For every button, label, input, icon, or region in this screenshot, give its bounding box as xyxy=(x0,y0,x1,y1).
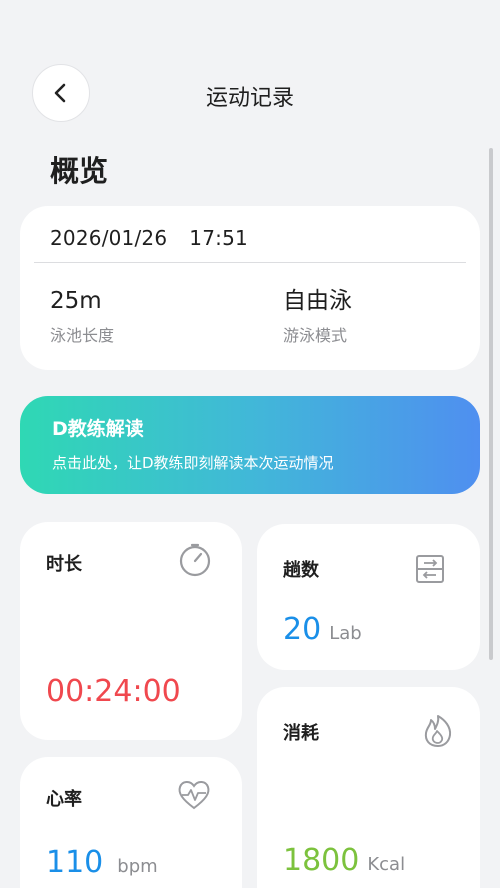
heart-rate-unit: bpm xyxy=(117,856,158,877)
duration-title: 时长 xyxy=(46,554,82,575)
swim-mode-label: 游泳模式 xyxy=(283,326,348,345)
laps-unit: Lab xyxy=(329,623,362,644)
heart-rate-icon xyxy=(178,781,210,810)
duration-value: 00:24:00 xyxy=(46,674,181,709)
calories-value-row: 1800 Kcal xyxy=(283,843,405,878)
duration-card: 时长 00:24:00 xyxy=(20,522,242,740)
stopwatch-icon xyxy=(179,543,211,577)
laps-value: 20 xyxy=(283,612,322,647)
laps-card: 趟数 20 Lab xyxy=(257,524,480,670)
pool-length-value: 25m xyxy=(50,288,102,314)
calories-value: 1800 xyxy=(283,843,360,878)
heart-rate-title: 心率 xyxy=(46,789,82,810)
workout-record-screen: 运动记录 概览 2026/01/26 17:51 25m 泳池长度 自由泳 游泳模… xyxy=(0,0,500,888)
calories-card: 消耗 1800 Kcal xyxy=(257,687,480,888)
coach-analysis-banner[interactable]: D教练解读 点击此处，让D教练即刻解读本次运动情况 xyxy=(20,396,480,494)
coach-description: 点击此处，让D教练即刻解读本次运动情况 xyxy=(52,454,334,472)
workout-time: 17:51 xyxy=(189,226,248,250)
scrollbar[interactable] xyxy=(489,148,493,660)
coach-title: D教练解读 xyxy=(52,418,144,440)
heart-rate-value: 110 xyxy=(46,845,104,880)
workout-date: 2026/01/26 xyxy=(50,226,168,250)
overview-card: 2026/01/26 17:51 25m 泳池长度 自由泳 游泳模式 xyxy=(20,206,480,370)
flame-icon xyxy=(424,715,452,747)
laps-icon xyxy=(416,555,444,583)
calories-title: 消耗 xyxy=(283,723,319,744)
workout-datetime: 2026/01/26 17:51 xyxy=(50,226,248,250)
page-title: 运动记录 xyxy=(205,86,294,111)
laps-value-row: 20 Lab xyxy=(283,612,362,647)
swim-mode-stat: 自由泳 游泳模式 xyxy=(283,286,352,346)
calories-unit: Kcal xyxy=(367,854,406,875)
divider xyxy=(34,262,466,263)
overview-section-title: 概览 xyxy=(50,154,109,188)
heart-rate-value-row: 110 bpm xyxy=(46,845,158,880)
pool-length-label: 泳池长度 xyxy=(50,326,115,345)
swim-mode-value: 自由泳 xyxy=(283,288,352,314)
laps-title: 趟数 xyxy=(283,560,319,581)
duration-value-row: 00:24:00 xyxy=(46,674,181,709)
heart-rate-card: 心率 110 bpm xyxy=(20,757,242,888)
pool-length-stat: 25m 泳池长度 xyxy=(50,286,114,346)
